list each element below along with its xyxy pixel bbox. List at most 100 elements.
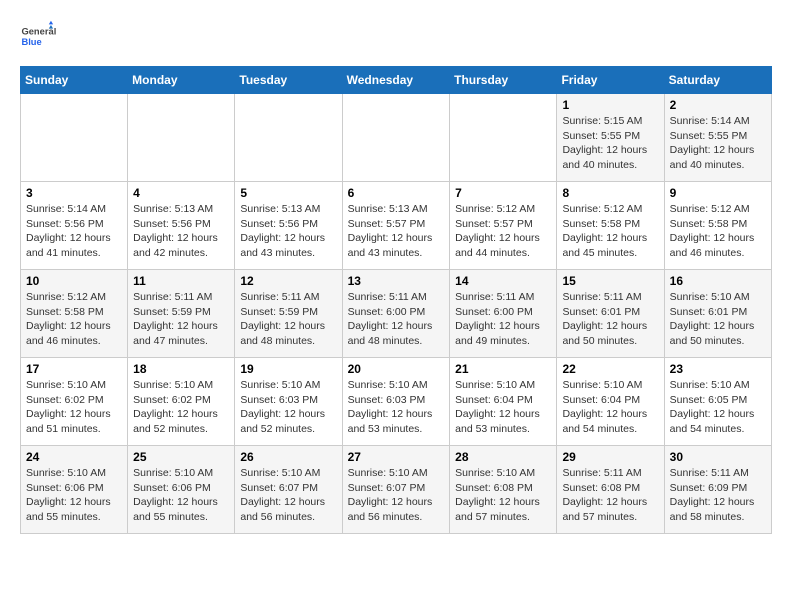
day-number: 7 [455, 186, 551, 200]
day-number: 11 [133, 274, 229, 288]
day-number: 30 [670, 450, 766, 464]
day-info: Sunrise: 5:13 AMSunset: 5:56 PMDaylight:… [133, 202, 229, 261]
day-info: Sunrise: 5:11 AMSunset: 5:59 PMDaylight:… [133, 290, 229, 349]
day-number: 1 [562, 98, 658, 112]
calendar-cell: 14Sunrise: 5:11 AMSunset: 6:00 PMDayligh… [450, 270, 557, 358]
day-number: 19 [240, 362, 336, 376]
day-info: Sunrise: 5:10 AMSunset: 6:01 PMDaylight:… [670, 290, 766, 349]
calendar-cell [128, 94, 235, 182]
calendar-cell: 16 Sunrise: 5:10 AMSunset: 6:01 PMDayligh… [664, 270, 771, 358]
weekday-header-sunday: Sunday [21, 67, 128, 94]
day-info: Sunrise: 5:10 AMSunset: 6:02 PMDaylight:… [133, 378, 229, 437]
calendar-cell: 17 Sunrise: 5:10 AMSunset: 6:02 PMDayligh… [21, 358, 128, 446]
day-number: 2 [670, 98, 766, 112]
calendar-table: SundayMondayTuesdayWednesdayThursdayFrid… [20, 66, 772, 534]
day-number: 13 [348, 274, 445, 288]
weekday-header-monday: Monday [128, 67, 235, 94]
day-info: Sunrise: 5:10 AMSunset: 6:03 PMDaylight:… [240, 378, 336, 437]
day-number: 20 [348, 362, 445, 376]
calendar-cell: 13 Sunrise: 5:11 AMSunset: 6:00 PMDayligh… [342, 270, 450, 358]
calendar-cell: 29 Sunrise: 5:11 AMSunset: 6:08 PMDayligh… [557, 446, 664, 534]
weekday-header-row: SundayMondayTuesdayWednesdayThursdayFrid… [21, 67, 772, 94]
calendar-cell: 21Sunrise: 5:10 AMSunset: 6:04 PMDayligh… [450, 358, 557, 446]
day-number: 29 [562, 450, 658, 464]
calendar-cell: 10Sunrise: 5:12 AMSunset: 5:58 PMDayligh… [21, 270, 128, 358]
calendar-cell: 30 Sunrise: 5:11 AMSunset: 6:09 PMDayligh… [664, 446, 771, 534]
day-number: 17 [26, 362, 122, 376]
calendar-cell: 22 Sunrise: 5:10 AMSunset: 6:04 PMDayligh… [557, 358, 664, 446]
calendar-cell: 4 Sunrise: 5:13 AMSunset: 5:56 PMDaylight… [128, 182, 235, 270]
day-info: Sunrise: 5:10 AMSunset: 6:07 PMDaylight:… [240, 466, 336, 525]
calendar-cell: 24 Sunrise: 5:10 AMSunset: 6:06 PMDayligh… [21, 446, 128, 534]
logo: General Blue [20, 20, 56, 56]
day-number: 12 [240, 274, 336, 288]
day-number: 5 [240, 186, 336, 200]
calendar-cell [342, 94, 450, 182]
weekday-header-tuesday: Tuesday [235, 67, 342, 94]
week-row-2: 10Sunrise: 5:12 AMSunset: 5:58 PMDayligh… [21, 270, 772, 358]
calendar-cell: 9 Sunrise: 5:12 AMSunset: 5:58 PMDaylight… [664, 182, 771, 270]
day-info: Sunrise: 5:13 AMSunset: 5:57 PMDaylight:… [348, 202, 445, 261]
calendar-cell: 11 Sunrise: 5:11 AMSunset: 5:59 PMDayligh… [128, 270, 235, 358]
day-info: Sunrise: 5:12 AMSunset: 5:58 PMDaylight:… [670, 202, 766, 261]
day-info: Sunrise: 5:10 AMSunset: 6:04 PMDaylight:… [562, 378, 658, 437]
day-info: Sunrise: 5:11 AMSunset: 6:00 PMDaylight:… [348, 290, 445, 349]
calendar-cell [21, 94, 128, 182]
week-row-0: 1Sunrise: 5:15 AMSunset: 5:55 PMDaylight… [21, 94, 772, 182]
calendar-cell: 7 Sunrise: 5:12 AMSunset: 5:57 PMDaylight… [450, 182, 557, 270]
calendar-cell [235, 94, 342, 182]
calendar-cell: 6 Sunrise: 5:13 AMSunset: 5:57 PMDaylight… [342, 182, 450, 270]
day-number: 9 [670, 186, 766, 200]
day-number: 15 [562, 274, 658, 288]
page-header: General Blue [20, 20, 772, 56]
weekday-header-wednesday: Wednesday [342, 67, 450, 94]
day-info: Sunrise: 5:11 AMSunset: 6:09 PMDaylight:… [670, 466, 766, 525]
day-number: 4 [133, 186, 229, 200]
calendar-cell: 26 Sunrise: 5:10 AMSunset: 6:07 PMDayligh… [235, 446, 342, 534]
calendar-cell: 5 Sunrise: 5:13 AMSunset: 5:56 PMDaylight… [235, 182, 342, 270]
weekday-header-friday: Friday [557, 67, 664, 94]
calendar-cell: 23 Sunrise: 5:10 AMSunset: 6:05 PMDayligh… [664, 358, 771, 446]
calendar-cell: 12 Sunrise: 5:11 AMSunset: 5:59 PMDayligh… [235, 270, 342, 358]
day-info: Sunrise: 5:11 AMSunset: 5:59 PMDaylight:… [240, 290, 336, 349]
week-row-3: 17 Sunrise: 5:10 AMSunset: 6:02 PMDayligh… [21, 358, 772, 446]
day-info: Sunrise: 5:10 AMSunset: 6:05 PMDaylight:… [670, 378, 766, 437]
day-number: 24 [26, 450, 122, 464]
day-info: Sunrise: 5:11 AMSunset: 6:08 PMDaylight:… [562, 466, 658, 525]
calendar-cell: 2 Sunrise: 5:14 AMSunset: 5:55 PMDaylight… [664, 94, 771, 182]
weekday-header-saturday: Saturday [664, 67, 771, 94]
calendar-cell: 1Sunrise: 5:15 AMSunset: 5:55 PMDaylight… [557, 94, 664, 182]
calendar-header: SundayMondayTuesdayWednesdayThursdayFrid… [21, 67, 772, 94]
week-row-4: 24 Sunrise: 5:10 AMSunset: 6:06 PMDayligh… [21, 446, 772, 534]
svg-text:Blue: Blue [21, 37, 41, 47]
day-info: Sunrise: 5:14 AMSunset: 5:55 PMDaylight:… [670, 114, 766, 173]
day-number: 14 [455, 274, 551, 288]
day-number: 16 [670, 274, 766, 288]
week-row-1: 3Sunrise: 5:14 AMSunset: 5:56 PMDaylight… [21, 182, 772, 270]
day-number: 8 [562, 186, 658, 200]
calendar-cell: 3Sunrise: 5:14 AMSunset: 5:56 PMDaylight… [21, 182, 128, 270]
day-info: Sunrise: 5:10 AMSunset: 6:02 PMDaylight:… [26, 378, 122, 437]
day-info: Sunrise: 5:10 AMSunset: 6:08 PMDaylight:… [455, 466, 551, 525]
day-number: 22 [562, 362, 658, 376]
calendar-cell: 18 Sunrise: 5:10 AMSunset: 6:02 PMDayligh… [128, 358, 235, 446]
day-number: 10 [26, 274, 122, 288]
calendar-cell: 20 Sunrise: 5:10 AMSunset: 6:03 PMDayligh… [342, 358, 450, 446]
day-number: 27 [348, 450, 445, 464]
day-info: Sunrise: 5:11 AMSunset: 6:01 PMDaylight:… [562, 290, 658, 349]
day-number: 3 [26, 186, 122, 200]
day-number: 6 [348, 186, 445, 200]
day-number: 25 [133, 450, 229, 464]
day-info: Sunrise: 5:13 AMSunset: 5:56 PMDaylight:… [240, 202, 336, 261]
day-info: Sunrise: 5:10 AMSunset: 6:06 PMDaylight:… [26, 466, 122, 525]
day-info: Sunrise: 5:10 AMSunset: 6:04 PMDaylight:… [455, 378, 551, 437]
calendar-cell: 19 Sunrise: 5:10 AMSunset: 6:03 PMDayligh… [235, 358, 342, 446]
logo-svg: General Blue [20, 20, 56, 56]
day-info: Sunrise: 5:12 AMSunset: 5:57 PMDaylight:… [455, 202, 551, 261]
day-number: 26 [240, 450, 336, 464]
day-number: 23 [670, 362, 766, 376]
day-number: 18 [133, 362, 229, 376]
calendar-cell: 27Sunrise: 5:10 AMSunset: 6:07 PMDayligh… [342, 446, 450, 534]
day-info: Sunrise: 5:10 AMSunset: 6:03 PMDaylight:… [348, 378, 445, 437]
calendar-cell: 28Sunrise: 5:10 AMSunset: 6:08 PMDayligh… [450, 446, 557, 534]
